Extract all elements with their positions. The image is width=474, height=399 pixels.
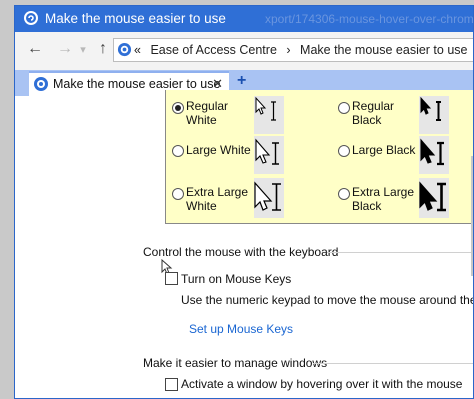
app-window: Make the mouse easier to use xport/17430… xyxy=(14,5,474,399)
new-tab-button[interactable]: + xyxy=(237,72,246,90)
pointer-preview-extra-large-black xyxy=(419,178,449,218)
breadcrumb[interactable]: « Ease of Access Centre › Make the mouse… xyxy=(113,38,473,62)
pointer-preview-regular-white xyxy=(254,96,284,134)
section-divider xyxy=(327,252,473,253)
mouse-keys-checkbox[interactable] xyxy=(165,272,178,285)
breadcrumb-separator: › xyxy=(286,43,291,57)
pointer-preview-large-white xyxy=(254,136,284,174)
address-bar: ← → ▾ ↑ « Ease of Access Centre › Make t… xyxy=(15,32,473,71)
forward-button[interactable]: → xyxy=(55,40,75,58)
tab-label: Make the mouse easier to use xyxy=(53,77,221,91)
radio-extra-large-black[interactable] xyxy=(338,188,350,200)
option-regular-black-label: Regular Black xyxy=(352,99,395,127)
breadcrumb-separator: « xyxy=(134,43,141,57)
mouse-keys-description: Use the numeric keypad to move the mouse… xyxy=(181,293,473,307)
background-url-text: xport/174306-mouse-hover-over-chrome-w xyxy=(265,12,474,26)
option-large-white-label: Large White xyxy=(186,143,251,157)
radio-regular-black[interactable] xyxy=(338,102,350,114)
hover-activate-label[interactable]: Activate a window by hovering over it wi… xyxy=(181,377,462,391)
radio-large-black[interactable] xyxy=(338,145,350,157)
option-extra-large-black-label: Extra Large Black xyxy=(352,185,415,213)
pointer-preview-large-black xyxy=(419,136,449,174)
radio-extra-large-white[interactable] xyxy=(172,188,184,200)
windows-section-header: Make it easier to manage windows xyxy=(143,356,328,370)
breadcrumb-ease-of-access[interactable]: Ease of Access Centre xyxy=(150,43,276,57)
pointer-preview-extra-large-white xyxy=(254,178,284,218)
option-regular-white-label: Regular White xyxy=(186,99,229,127)
up-button[interactable]: ↑ xyxy=(93,40,113,58)
window-title: Make the mouse easier to use xyxy=(45,11,226,26)
ease-of-access-icon xyxy=(33,76,49,97)
back-button[interactable]: ← xyxy=(25,40,45,58)
section-divider xyxy=(313,363,473,364)
option-extra-large-white-label: Extra Large White xyxy=(186,185,249,213)
pointer-scheme-panel: Regular White Regular Black Large White La… xyxy=(165,90,473,224)
scrollbar[interactable] xyxy=(471,156,473,276)
setup-mouse-keys-link[interactable]: Set up Mouse Keys xyxy=(189,322,293,336)
radio-regular-white[interactable] xyxy=(172,102,184,114)
radio-large-white[interactable] xyxy=(172,145,184,157)
ease-of-access-icon xyxy=(23,10,39,31)
hover-activate-checkbox[interactable] xyxy=(165,378,178,391)
pointer-preview-regular-black xyxy=(419,96,449,134)
recent-dropdown-icon[interactable]: ▾ xyxy=(73,43,93,56)
keyboard-section-header: Control the mouse with the keyboard xyxy=(143,245,339,259)
mouse-keys-label[interactable]: Turn on Mouse Keys xyxy=(181,272,291,286)
title-bar[interactable]: Make the mouse easier to use xport/17430… xyxy=(15,6,473,32)
breadcrumb-current[interactable]: Make the mouse easier to use xyxy=(300,43,467,57)
control-panel-icon xyxy=(117,42,132,62)
option-large-black-label: Large Black xyxy=(352,143,416,157)
